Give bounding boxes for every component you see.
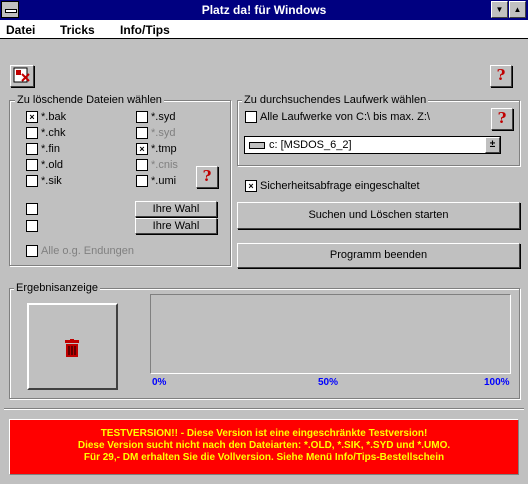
checkbox-bak-label: *.bak: [41, 111, 67, 124]
test-version-notice: TESTVERSION!! - Diese Version ist eine e…: [9, 419, 519, 475]
checkbox-all-drives-label: Alle Laufwerke von C:\ bis max. Z:\: [260, 111, 430, 124]
disk-file-icon: [13, 67, 30, 83]
progress-area: [150, 294, 511, 374]
hard-drive-icon: [249, 142, 265, 149]
checkbox-sik-box[interactable]: [26, 175, 38, 188]
checkbox-chk-box[interactable]: [26, 127, 38, 140]
checkbox-chk[interactable]: *.chk: [26, 127, 65, 141]
custom-choice-button-2[interactable]: Ihre Wahl: [135, 218, 217, 234]
menu-datei[interactable]: Datei: [6, 23, 35, 37]
window-title: Platz da! für Windows: [201, 3, 327, 17]
drive-select[interactable]: c: [MSDOS_6_2] ±: [244, 136, 501, 154]
app-icon-button[interactable]: [10, 65, 34, 87]
checkbox-syd-2[interactable]: *.syd: [136, 127, 175, 141]
checkbox-fin[interactable]: *.fin: [26, 143, 60, 157]
checkbox-syd-2-label: *.syd: [151, 127, 176, 140]
checkbox-tmp-label: *.tmp: [151, 143, 177, 156]
maximize-button[interactable]: ▲: [509, 1, 526, 18]
checkbox-syd-2-box[interactable]: [136, 127, 148, 140]
checkbox-cnis-box[interactable]: [136, 159, 148, 172]
checkbox-all-extensions-label: Alle o.g. Endungen: [41, 245, 134, 258]
dropdown-arrow-icon[interactable]: ±: [485, 137, 500, 153]
title-bar[interactable]: Platz da! für Windows ▼ ▲: [0, 0, 528, 20]
checkbox-all-drives[interactable]: Alle Laufwerke von C:\ bis max. Z:\: [245, 111, 430, 125]
checkbox-old-label: *.old: [41, 159, 64, 172]
help-button-drive[interactable]: ?: [491, 108, 513, 130]
separator: [4, 408, 524, 410]
notice-line-1: TESTVERSION!! - Diese Version ist eine e…: [100, 428, 428, 439]
help-question-icon: ?: [496, 66, 506, 84]
checkbox-sik[interactable]: *.sik: [26, 175, 62, 189]
checkbox-old-box[interactable]: [26, 159, 38, 172]
progress-scale-50: 50%: [318, 377, 339, 388]
progress-scale-0: 0%: [152, 377, 167, 388]
trash-can-icon: [65, 339, 79, 357]
checkbox-old[interactable]: *.old: [26, 159, 63, 173]
help-question-icon: ?: [497, 109, 507, 127]
checkbox-safety-prompt-label: Sicherheitsabfrage eingeschaltet: [260, 180, 420, 193]
help-button-files[interactable]: ?: [196, 166, 218, 188]
drive-select-value: c: [MSDOS_6_2]: [269, 139, 352, 151]
notice-line-3: Für 29,- DM erhalten Sie die Vollversion…: [83, 452, 445, 463]
checkbox-cnis[interactable]: *.cnis: [136, 159, 178, 173]
progress-scale-100: 100%: [484, 377, 510, 388]
checkbox-all-drives-box[interactable]: [245, 111, 257, 124]
checkbox-all-extensions-box[interactable]: [26, 245, 38, 258]
minimize-button[interactable]: ▼: [491, 1, 508, 18]
checkbox-bak-box[interactable]: ×: [26, 111, 38, 124]
checkbox-sik-label: *.sik: [41, 175, 62, 188]
results-group-label: Ergebnisanzeige: [14, 282, 100, 294]
checkbox-syd-box[interactable]: [136, 111, 148, 124]
checkbox-chk-label: *.chk: [41, 127, 66, 140]
help-button-top[interactable]: ?: [490, 65, 512, 87]
checkbox-fin-box[interactable]: [26, 143, 38, 156]
search-and-delete-button[interactable]: Suchen und Löschen starten: [237, 202, 520, 229]
quit-program-button[interactable]: Programm beenden: [237, 243, 520, 268]
checkbox-bak[interactable]: × *.bak: [26, 111, 66, 125]
files-group-label: Zu löschende Dateien wählen: [15, 94, 164, 106]
checkbox-fin-label: *.fin: [41, 143, 60, 156]
checkbox-custom-2-box[interactable]: [26, 220, 38, 233]
checkbox-tmp-box[interactable]: ×: [136, 143, 148, 156]
checkbox-umi-box[interactable]: [136, 175, 148, 188]
checkbox-custom-2[interactable]: [26, 220, 38, 234]
checkbox-custom-1-box[interactable]: [26, 203, 38, 216]
notice-line-2: Diese Version sucht nicht nach den Datei…: [77, 440, 451, 451]
checkbox-cnis-label: *.cnis: [151, 159, 178, 172]
checkbox-all-extensions[interactable]: Alle o.g. Endungen: [26, 245, 134, 259]
help-question-icon: ?: [202, 167, 212, 185]
trash-panel: [27, 303, 118, 390]
checkbox-umi-label: *.umi: [151, 175, 177, 188]
checkbox-syd[interactable]: *.syd: [136, 111, 175, 125]
drive-group-label: Zu durchsuchendes Laufwerk wählen: [242, 94, 429, 106]
drive-groupbox: [237, 100, 520, 166]
checkbox-safety-prompt-box[interactable]: ×: [245, 180, 257, 193]
custom-choice-button-1[interactable]: Ihre Wahl: [135, 201, 217, 217]
checkbox-safety-prompt[interactable]: × Sicherheitsabfrage eingeschaltet: [245, 180, 420, 194]
menu-bar: Datei Tricks Info/Tips: [0, 20, 528, 39]
menu-info-tips[interactable]: Info/Tips: [120, 23, 170, 37]
checkbox-tmp[interactable]: × *.tmp: [136, 143, 177, 157]
checkbox-syd-label: *.syd: [151, 111, 176, 124]
menu-tricks[interactable]: Tricks: [60, 23, 95, 37]
checkbox-umi[interactable]: *.umi: [136, 175, 176, 189]
checkbox-custom-1[interactable]: [26, 203, 38, 217]
